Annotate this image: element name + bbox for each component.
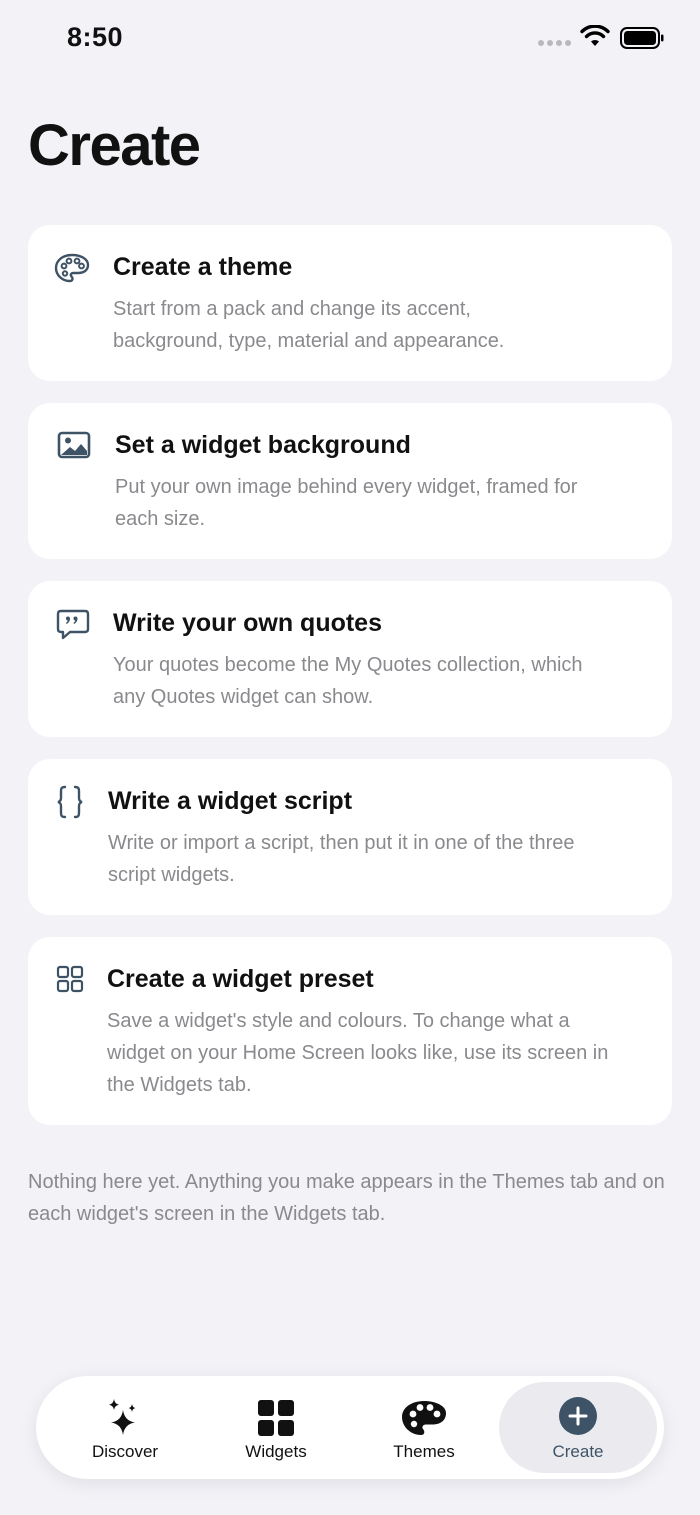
card-description: Put your own image behind every widget, … xyxy=(115,476,578,530)
tab-themes[interactable]: Themes xyxy=(349,1382,499,1473)
sparkles-icon xyxy=(109,1399,136,1435)
status-time: 8:50 xyxy=(67,22,124,52)
widget-preset-card[interactable]: Create a widget preset Save a widget's s… xyxy=(28,937,672,1125)
grid-icon xyxy=(258,1400,294,1436)
widget-script-card[interactable]: Write a widget script Write or import a … xyxy=(28,759,672,915)
curly-braces-icon xyxy=(57,785,83,819)
card-description: Your quotes become the My Quotes collect… xyxy=(113,654,583,708)
tab-label: Widgets xyxy=(245,1442,307,1461)
wifi-icon xyxy=(580,25,610,46)
card-title: Create a widget preset xyxy=(107,965,374,993)
battery-icon xyxy=(620,27,664,49)
card-description: Write or import a script, then put it in… xyxy=(108,832,575,886)
palette-icon xyxy=(402,1401,446,1435)
tab-discover[interactable]: Discover xyxy=(50,1382,200,1473)
tab-bar: Discover Widgets Themes Create xyxy=(36,1376,664,1479)
grid-outline-icon xyxy=(56,965,84,993)
card-title: Create a theme xyxy=(113,253,293,281)
photo-icon xyxy=(57,431,91,459)
create-theme-card[interactable]: Create a theme Start from a pack and cha… xyxy=(28,225,672,381)
page-title: Create xyxy=(28,113,201,178)
card-description: Start from a pack and change its accent,… xyxy=(113,298,505,352)
cellular-signal-icon xyxy=(538,40,571,46)
tab-label: Create xyxy=(552,1442,604,1461)
card-description: Save a widget's style and colours. To ch… xyxy=(107,1010,609,1096)
card-title: Write a widget script xyxy=(108,787,353,815)
palette-outline-icon xyxy=(54,253,90,283)
tab-widgets[interactable]: Widgets xyxy=(201,1382,351,1473)
quote-bubble-icon xyxy=(56,609,90,640)
card-title: Set a widget background xyxy=(115,431,411,459)
card-title: Write your own quotes xyxy=(113,609,382,637)
plus-circle-icon xyxy=(559,1397,597,1435)
empty-state-note: Nothing here yet. Anything you make appe… xyxy=(28,1171,665,1225)
own-quotes-card[interactable]: Write your own quotes Your quotes become… xyxy=(28,581,672,737)
widget-background-card[interactable]: Set a widget background Put your own ima… xyxy=(28,403,672,559)
tab-label: Discover xyxy=(91,1442,159,1461)
status-bar: 8:50 xyxy=(0,0,700,80)
tab-create[interactable]: Create xyxy=(499,1382,657,1473)
tab-label: Themes xyxy=(393,1442,455,1461)
